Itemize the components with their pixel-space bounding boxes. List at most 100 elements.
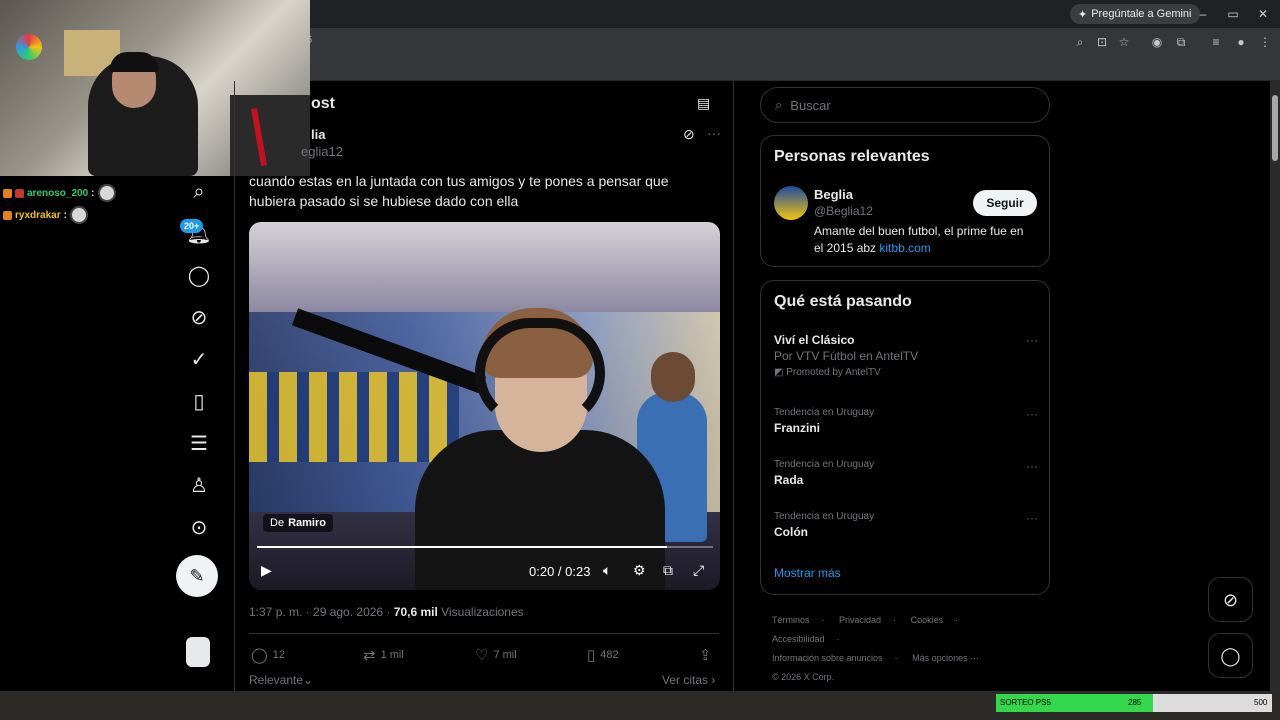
follow-button[interactable]: Seguir <box>973 190 1037 216</box>
grok-fab-button[interactable]: ⊘ <box>1208 577 1253 622</box>
sort-replies-dropdown[interactable]: Relevante⌄ <box>249 673 313 687</box>
chat-username: ryxdrakar <box>15 209 61 221</box>
search-placeholder: Buscar <box>790 97 831 113</box>
trend-context: Tendencia en Uruguay <box>774 407 875 418</box>
chat-badge-icon <box>15 188 24 198</box>
verified-icon[interactable]: ✓ <box>186 347 212 373</box>
reply-button[interactable]: ◯ 12 <box>251 646 285 664</box>
lists-icon[interactable]: ☰ <box>186 431 212 457</box>
chat-colon: : <box>91 187 95 199</box>
author-name[interactable]: lia <box>311 127 325 142</box>
explore-search-icon[interactable]: ⌕ <box>186 179 212 205</box>
video-headphones <box>475 318 605 428</box>
channel-logo <box>16 34 42 60</box>
browser-menu-icon[interactable]: ⋮ <box>1256 33 1274 51</box>
play-icon[interactable]: ▶ <box>261 562 272 579</box>
promoted-trend[interactable]: Viví el Clásico Por VTV Fútbol en AntelT… <box>774 333 1038 378</box>
zoom-icon[interactable]: ⌕ <box>1071 33 1089 51</box>
attribution-name: Ramiro <box>288 517 326 529</box>
share-button[interactable]: ⇪ <box>699 646 712 664</box>
attribution-prefix: De <box>270 517 285 529</box>
profile-person-icon[interactable]: ♙ <box>186 473 212 499</box>
picture-in-picture-icon[interactable]: ⧉ <box>663 562 673 579</box>
install-icon[interactable]: ⊡ <box>1093 33 1111 51</box>
trend-more-icon[interactable]: ··· <box>1026 459 1038 473</box>
close-window-button[interactable]: ✕ <box>1248 4 1278 24</box>
show-more-link[interactable]: Mostrar más <box>774 566 841 580</box>
minimize-button[interactable]: – <box>1188 4 1218 24</box>
messages-fab-button[interactable]: ◯ <box>1208 633 1253 678</box>
maximize-button[interactable]: ▭ <box>1218 4 1248 24</box>
footer-row: Información sobre anuncios · Más opciones… <box>772 649 1042 668</box>
settings-gear-icon[interactable]: ⚙ <box>633 562 646 579</box>
stream-chat: arenoso_200 : ryxdrakar : <box>0 182 150 226</box>
view-quotes-link[interactable]: Ver citas › <box>662 673 715 687</box>
repost-button[interactable]: ⇄ 1 mil <box>363 646 404 664</box>
ad-icon: ◩ <box>774 367 784 378</box>
post-column: ost ▤ lia eglia12 ⊘ ··· cuando estas en … <box>234 81 734 691</box>
fullscreen-icon[interactable]: ⤢ <box>693 562 704 579</box>
like-button[interactable]: ♡ 7 mil <box>475 646 517 664</box>
extensions-puzzle-icon[interactable]: ⧉ <box>1172 33 1190 51</box>
volume-icon[interactable]: 🔈︎ <box>603 562 611 579</box>
author-handle[interactable]: eglia12 <box>301 144 343 159</box>
account-avatar[interactable] <box>186 637 210 667</box>
promoted-by: Promoted by AntelTV <box>786 367 881 378</box>
reading-list-icon[interactable]: ≡ <box>1207 33 1225 51</box>
views-count: 70,6 mil <box>393 605 438 619</box>
profile-icon[interactable]: ● <box>1232 33 1250 51</box>
footer-link[interactable]: Términos <box>772 615 810 625</box>
video-progress-bar[interactable] <box>257 546 713 548</box>
trend-more-icon[interactable]: ··· <box>1026 407 1038 421</box>
chevron-right-icon: › <box>711 673 716 687</box>
goal-max: 500 <box>1254 698 1268 707</box>
reader-mode-icon[interactable]: ▤ <box>697 95 710 112</box>
avatar[interactable] <box>774 186 808 220</box>
gemini-label: Pregúntale a Gemini <box>1091 8 1192 20</box>
trend-more-icon[interactable]: ··· <box>1026 511 1038 525</box>
share-icon: ⇪ <box>699 647 712 664</box>
grok-explain-icon[interactable]: ⊘ <box>683 126 695 143</box>
footer-link[interactable]: Privacidad <box>839 615 881 625</box>
post-timestamp[interactable]: 1:37 p. m. · 29 ago. 2026 · <box>249 605 394 619</box>
video-attribution[interactable]: De Ramiro <box>263 514 333 532</box>
relevant-person-name[interactable]: Beglia <box>814 187 853 202</box>
post-more-icon[interactable]: ··· <box>707 125 721 141</box>
whats-happening-card: Qué está pasando Viví el Clásico Por VTV… <box>760 280 1050 595</box>
search-input[interactable]: ⌕ Buscar <box>760 87 1050 123</box>
promoted-label: ◩ Promoted by AntelTV <box>774 367 1038 378</box>
bio-link[interactable]: kitbb.com <box>879 241 930 255</box>
trend-item[interactable]: Tendencia en Uruguay Franzini ··· <box>774 407 1038 435</box>
footer-link[interactable]: Accesibilidad <box>772 634 825 644</box>
video-player[interactable]: De Ramiro ▶ 0:20 / 0:23 🔈︎ ⚙ ⧉ ⤢ <box>249 222 720 590</box>
gemini-button[interactable]: ✦ Pregúntale a Gemini <box>1070 4 1200 24</box>
more-options-icon[interactable]: ⊙ <box>186 515 212 541</box>
footer-link[interactable]: Información sobre anuncios <box>772 653 883 663</box>
footer-link[interactable]: Más opciones ··· <box>912 653 979 663</box>
video-mural-player-head <box>651 352 695 402</box>
footer-link[interactable]: Cookies <box>911 615 944 625</box>
video-progress-fill <box>257 546 668 548</box>
scrollbar-thumb[interactable] <box>1272 95 1278 161</box>
copyright: © 2026 X Corp. <box>772 672 835 682</box>
trend-name: Colón <box>774 525 808 539</box>
trend-context: Tendencia en Uruguay <box>774 459 875 470</box>
footer-sep: · <box>836 634 840 644</box>
trend-more-icon[interactable]: ··· <box>1026 333 1038 347</box>
views-label: Visualizaciones <box>437 605 524 619</box>
messages-icon[interactable]: ◯ <box>186 263 212 289</box>
grok-icon[interactable]: ⊘ <box>186 305 212 331</box>
trend-item[interactable]: Tendencia en Uruguay Rada ··· <box>774 459 1038 487</box>
bookmark-button[interactable]: ▯ 482 <box>587 646 619 664</box>
repost-icon: ⇄ <box>363 647 376 664</box>
message-icon: ◯ <box>1220 646 1241 666</box>
bookmarks-icon[interactable]: ▯ <box>186 389 212 415</box>
compose-post-button[interactable]: ✎ <box>176 555 218 597</box>
post-text: cuando estas en la juntada con tus amigo… <box>249 173 669 209</box>
relevant-person-handle[interactable]: @Beglia12 <box>814 204 873 218</box>
extension-icon[interactable]: ◉ <box>1148 33 1166 51</box>
trend-item[interactable]: Tendencia en Uruguay Colón ··· <box>774 511 1038 539</box>
bookmark-star-icon[interactable]: ☆ <box>1115 33 1133 51</box>
footer-sep: · <box>893 615 897 625</box>
page-scrollbar[interactable] <box>1270 81 1280 691</box>
